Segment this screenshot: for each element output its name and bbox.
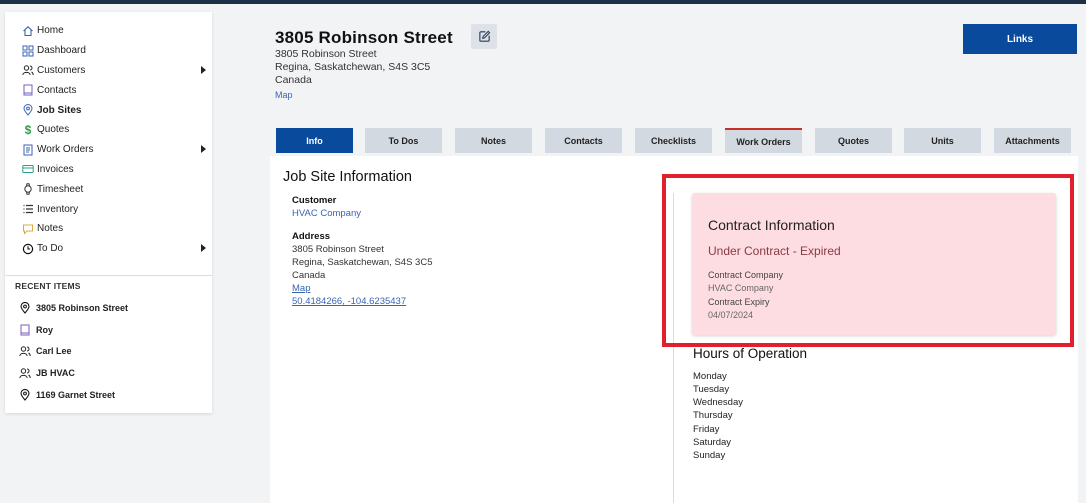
location-pin-icon (19, 301, 31, 314)
sidebar-item-job-sites[interactable]: Job Sites (5, 100, 212, 120)
recent-items-panel: RECENT ITEMS 3805 Robinson Street Roy Ca… (5, 276, 212, 413)
sidebar-item-label: Dashboard (37, 45, 86, 57)
address-line: 3805 Robinson Street (292, 244, 384, 255)
header-address-line: 3805 Robinson Street (275, 48, 377, 60)
contact-book-icon (19, 324, 31, 336)
recent-items-title: RECENT ITEMS (15, 281, 81, 291)
day-label: Tuesday (693, 384, 730, 395)
tab-to-dos[interactable]: To Dos (365, 128, 442, 153)
sidebar-item-label: Work Orders (37, 144, 94, 156)
sidebar-item-label: Contacts (37, 84, 77, 96)
recent-item[interactable]: JB HVAC (5, 362, 212, 384)
sidebar-item-timesheet[interactable]: Timesheet (5, 179, 212, 199)
address-line: Regina, Saskatchewan, S4S 3C5 (292, 257, 433, 268)
sidebar-item-label: Job Sites (37, 104, 82, 116)
header-address-line: Canada (275, 74, 312, 86)
sidebar-item-quotes[interactable]: $ Quotes (5, 120, 212, 140)
customer-field: Customer HVAC Company (292, 194, 361, 220)
location-pin-icon (19, 389, 31, 401)
home-icon (22, 25, 34, 37)
hours-title: Hours of Operation (693, 346, 808, 361)
people-icon (19, 367, 31, 379)
sidebar-item-label: Invoices (37, 163, 74, 175)
recent-item-label: Carl Lee (36, 346, 72, 357)
address-line: Canada (292, 270, 326, 281)
tab-checklists[interactable]: Checklists (635, 128, 712, 153)
page-header: 3805 Robinson Street 3805 Robinson Stree… (275, 28, 453, 100)
recent-item-label: 1169 Garnet Street (36, 390, 116, 401)
address-field: Address 3805 Robinson Street Regina, Sas… (292, 230, 432, 308)
recent-item-label: Roy (36, 324, 54, 335)
tab-notes[interactable]: Notes (455, 128, 532, 153)
tab-contacts[interactable]: Contacts (545, 128, 622, 153)
dashboard-icon (22, 45, 34, 57)
sidebar-item-label: To Do (37, 243, 64, 255)
sidebar-item-to-do[interactable]: To Do (5, 239, 212, 259)
expand-arrow-icon[interactable] (201, 144, 206, 153)
sidebar-item-contacts[interactable]: Contacts (5, 80, 212, 100)
contacts-icon (22, 84, 34, 96)
recent-item[interactable]: 1169 Garnet Street (5, 384, 212, 406)
notes-icon (22, 223, 34, 235)
coordinates-link[interactable]: 50.4184266, -104.6235437 (292, 296, 406, 307)
highlight-box (662, 174, 1074, 347)
sidebar-item-work-orders[interactable]: Work Orders (5, 140, 212, 160)
invoices-icon (22, 163, 34, 175)
day-label: Saturday (693, 437, 732, 448)
person-icon (19, 345, 31, 357)
sidebar-item-label: Timesheet (37, 183, 84, 195)
day-label: Monday (693, 371, 727, 382)
tab-units[interactable]: Units (904, 128, 981, 153)
work-orders-icon (22, 144, 34, 156)
sidebar-item-label: Inventory (37, 203, 79, 215)
recent-item[interactable]: 3805 Robinson Street (5, 297, 212, 319)
day-label: Thursday (693, 410, 733, 421)
sidebar-item-home[interactable]: Home (5, 21, 212, 41)
watch-icon (22, 183, 34, 195)
sidebar-item-inventory[interactable]: Inventory (5, 199, 212, 219)
dollar-icon: $ (24, 122, 32, 137)
sidebar-item-customers[interactable]: Customers (5, 61, 212, 81)
sidebar-item-label: Notes (37, 223, 64, 235)
header-address-line: Regina, Saskatchewan, S4S 3C5 (275, 61, 431, 73)
recent-item[interactable]: Roy (5, 319, 212, 341)
sidebar-item-dashboard[interactable]: Dashboard (5, 41, 212, 61)
links-button[interactable]: Links (963, 24, 1077, 54)
header-map-link[interactable]: Map (275, 90, 453, 100)
edit-icon (478, 30, 490, 42)
recent-item[interactable]: Carl Lee (5, 341, 212, 363)
expand-arrow-icon[interactable] (201, 65, 206, 74)
customer-link[interactable]: HVAC Company (292, 208, 361, 219)
tab-work-orders[interactable]: Work Orders (725, 128, 802, 153)
location-pin-icon (22, 104, 34, 116)
tab-info[interactable]: Info (276, 128, 353, 153)
info-panel: Job Site Information Customer HVAC Compa… (270, 156, 1078, 503)
sidebar-item-label: Customers (37, 64, 86, 76)
address-label: Address (292, 231, 331, 242)
sidebar-item-label: Home (37, 25, 64, 37)
sidebar-item-label: Quotes (37, 124, 70, 136)
tab-attachments[interactable]: Attachments (994, 128, 1071, 153)
job-site-title: Job Site Information (283, 169, 412, 185)
customer-label: Customer (292, 195, 337, 206)
clock-icon (22, 243, 34, 255)
sidebar-item-invoices[interactable]: Invoices (5, 160, 212, 180)
customers-icon (22, 64, 34, 76)
day-label: Sunday (693, 450, 726, 461)
page-title: 3805 Robinson Street (275, 28, 453, 47)
top-bar (0, 0, 1086, 4)
sidebar-item-notes[interactable]: Notes (5, 219, 212, 239)
recent-item-label: 3805 Robinson Street (36, 302, 129, 313)
recent-item-label: JB HVAC (36, 368, 75, 379)
day-label: Friday (693, 424, 720, 435)
address-map-link[interactable]: Map (292, 283, 310, 294)
tab-quotes[interactable]: Quotes (815, 128, 892, 153)
sidebar-nav: Home Dashboard Customers Contacts Job Si… (5, 12, 212, 275)
edit-button[interactable] (471, 24, 497, 49)
day-label: Wednesday (693, 397, 743, 408)
expand-arrow-icon[interactable] (201, 243, 206, 252)
list-icon (22, 203, 34, 215)
